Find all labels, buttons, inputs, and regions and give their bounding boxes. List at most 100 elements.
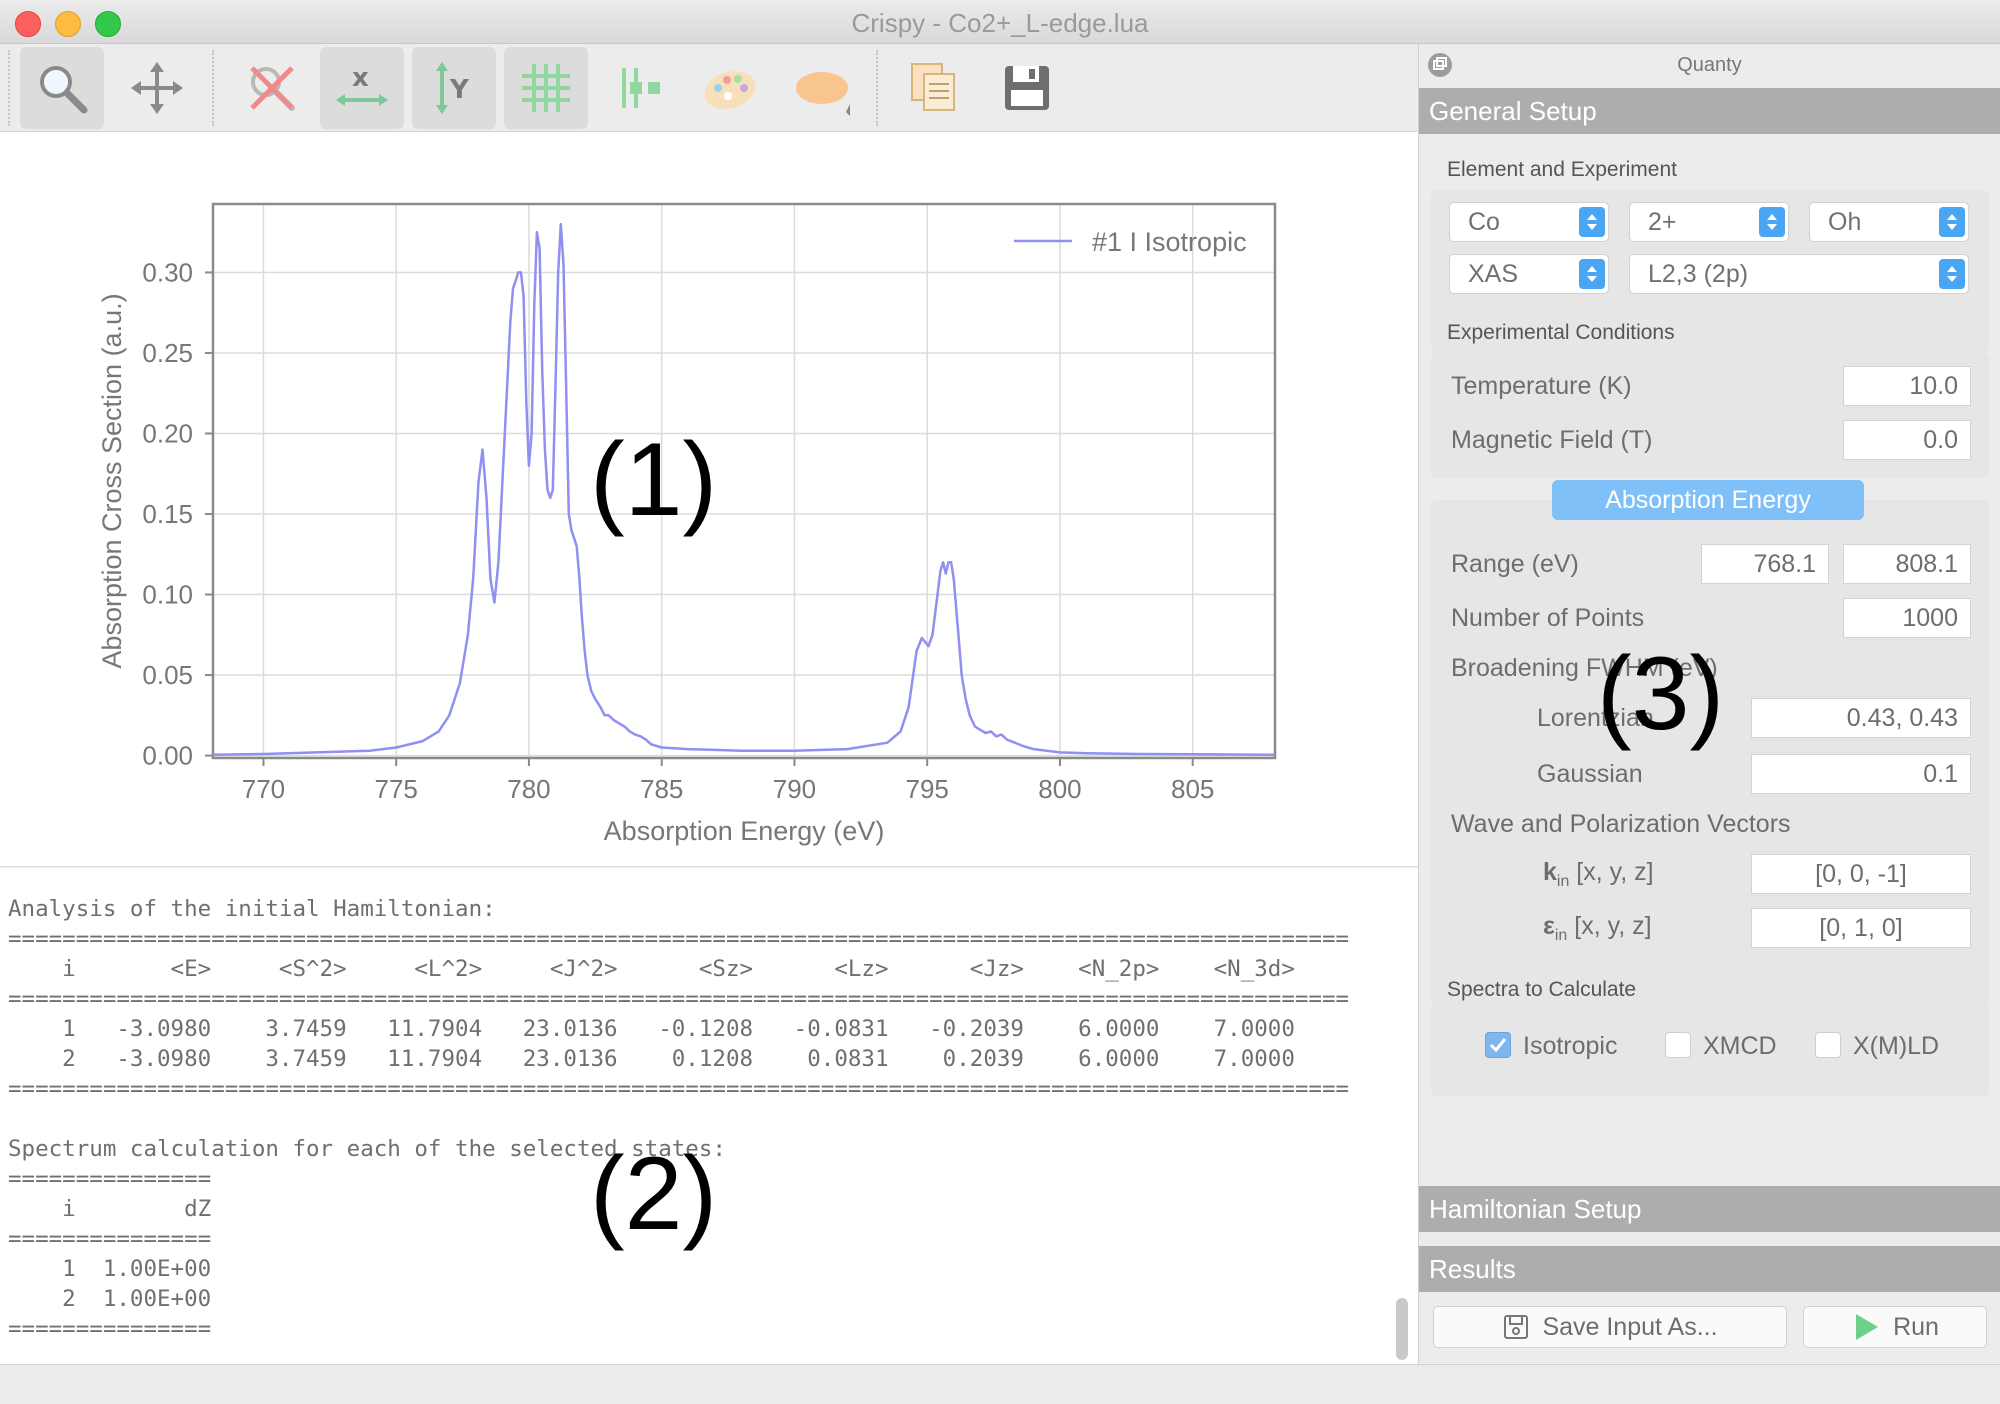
zoom-tool-button[interactable]: [20, 47, 104, 129]
element-experiment-label: Element and Experiment: [1447, 158, 1677, 181]
xmcd-checkbox[interactable]: XMCD: [1665, 1030, 1777, 1062]
isotropic-checkbox[interactable]: Isotropic: [1485, 1030, 1617, 1062]
toolbar-separator: [876, 50, 878, 126]
chevron-updown-icon: [1579, 207, 1605, 237]
symmetry-value: Oh: [1828, 208, 1862, 236]
e-in-field[interactable]: [0, 1, 0]: [1751, 908, 1971, 948]
plot-annotation: (1): [590, 422, 718, 538]
isotropic-label: Isotropic: [1523, 1032, 1618, 1060]
tab-absorption-energy[interactable]: Absorption Energy: [1552, 480, 1864, 520]
y-tick-label: 0.00: [142, 741, 193, 771]
wave-polarization-label: Wave and Polarization Vectors: [1451, 810, 1791, 838]
x-tick-label: 790: [773, 774, 816, 804]
xmld-checkbox[interactable]: X(M)LD: [1815, 1030, 1939, 1062]
toolbar-separator: [212, 50, 214, 126]
k-in-coords-label: [x, y, z]: [1569, 858, 1654, 886]
charge-value: 2+: [1648, 208, 1677, 236]
charge-select[interactable]: 2+: [1629, 202, 1789, 242]
checkbox-unchecked-icon: [1815, 1032, 1841, 1058]
magnetic-field-field[interactable]: 0.0: [1843, 420, 1971, 460]
curve-style-button[interactable]: [598, 47, 682, 129]
copy-button[interactable]: [892, 47, 976, 129]
number-of-points-label: Number of Points: [1451, 604, 1645, 632]
x-autoscale-button[interactable]: x: [320, 47, 404, 129]
edge-select[interactable]: L2,3 (2p): [1629, 254, 1969, 294]
colormap-button[interactable]: [688, 47, 772, 129]
reset-zoom-icon: [250, 66, 295, 111]
y-tick-label: 0.05: [142, 660, 193, 690]
y-autoscale-button[interactable]: Y: [412, 47, 496, 129]
temperature-field[interactable]: 10.0: [1843, 366, 1971, 406]
lorentzian-field[interactable]: 0.43, 0.43: [1751, 698, 1971, 738]
x-axis-label: Absorption Energy (eV): [604, 816, 885, 846]
grid-icon: [522, 64, 570, 112]
experiment-value: XAS: [1468, 260, 1519, 288]
results-header[interactable]: Results: [1419, 1246, 2000, 1292]
save-file-icon: [1504, 1315, 1529, 1339]
e-in-coords-label: [x, y, z]: [1567, 912, 1652, 940]
range-max-field[interactable]: 808.1: [1843, 544, 1971, 584]
symmetry-select[interactable]: Oh: [1809, 202, 1969, 242]
log-output: Analysis of the initial Hamiltonian: ===…: [8, 896, 1350, 1342]
x-tick-label: 775: [374, 774, 417, 804]
k-in-field[interactable]: [0, 0, -1]: [1751, 854, 1971, 894]
checkbox-unchecked-icon: [1665, 1032, 1691, 1058]
plot-toolbar: x Y: [0, 44, 1418, 132]
element-select[interactable]: Co: [1449, 202, 1609, 242]
x-tick-label: 800: [1038, 774, 1081, 804]
quanty-dock: Quanty General Setup Element and Experim…: [1418, 44, 2000, 1364]
chevron-updown-icon: [1939, 259, 1965, 289]
experiment-select[interactable]: XAS: [1449, 254, 1609, 294]
pan-tool-button[interactable]: [115, 47, 199, 129]
xmcd-label: XMCD: [1703, 1032, 1777, 1060]
plot-area: 770 775 780 785 790 795 800 805 0.00 0.05 0.10 0.15…: [0, 132, 1418, 867]
toolbar-grip[interactable]: [8, 50, 10, 126]
y-tick-label: 0.15: [142, 499, 193, 529]
number-of-points-field[interactable]: 1000: [1843, 598, 1971, 638]
range-label: Range (eV): [1451, 550, 1579, 578]
hamiltonian-setup-header[interactable]: Hamiltonian Setup: [1419, 1186, 2000, 1232]
chevron-updown-icon: [1939, 207, 1965, 237]
save-plot-button[interactable]: [985, 47, 1069, 129]
edge-value: L2,3 (2p): [1648, 260, 1749, 288]
k-in-label: kin [x, y, z]: [1543, 858, 1654, 891]
y-tick-label: 0.20: [142, 418, 193, 448]
reset-zoom-button[interactable]: [230, 47, 314, 129]
dock-annotation: (3): [1597, 636, 1725, 752]
general-setup-header[interactable]: General Setup: [1419, 88, 2000, 134]
save-input-as-label: Save Input As...: [1542, 1312, 1718, 1341]
checkmark-icon: [1489, 1038, 1507, 1053]
x-tick-label: 785: [640, 774, 683, 804]
xmld-label: X(M)LD: [1853, 1032, 1940, 1060]
run-label: Run: [1893, 1312, 1939, 1341]
y-autoscale-icon: Y: [436, 62, 470, 114]
x-tick-label: 795: [905, 774, 948, 804]
save-input-as-button[interactable]: Save Input As...: [1433, 1306, 1787, 1348]
gaussian-field[interactable]: 0.1: [1751, 754, 1971, 794]
save-icon: [1005, 66, 1049, 110]
grid-toggle-button[interactable]: [504, 47, 588, 129]
e-in-subscript: in: [1554, 927, 1568, 944]
y-tick-label: 0.10: [142, 580, 193, 610]
temperature-label: Temperature (K): [1451, 372, 1632, 400]
colormap-palette-icon: [704, 71, 756, 109]
title-bar: Crispy - Co2+_L-edge.lua: [0, 0, 2000, 44]
log-annotation: (2): [590, 1136, 718, 1252]
svg-text:x: x: [352, 63, 369, 93]
range-min-field[interactable]: 768.1: [1701, 544, 1829, 584]
pan-arrows-icon: [131, 62, 183, 114]
x-tick-label: 780: [507, 774, 550, 804]
dock-title: Quanty: [1677, 54, 1742, 76]
y-axis-label: Absorption Cross Section (a.u.): [97, 293, 127, 668]
shape-menu-button[interactable]: [780, 47, 864, 129]
spectra-to-calculate-label: Spectra to Calculate: [1447, 978, 1637, 1001]
element-value: Co: [1468, 208, 1500, 236]
chevron-updown-icon: [1579, 259, 1605, 289]
play-icon: [1856, 1314, 1879, 1340]
checkbox-checked-icon: [1485, 1032, 1511, 1058]
run-button[interactable]: Run: [1803, 1306, 1987, 1348]
magnetic-field-label: Magnetic Field (T): [1451, 426, 1653, 454]
shape-icon: [796, 72, 850, 116]
x-autoscale-icon: x: [336, 63, 388, 106]
log-scrollbar[interactable]: [1396, 1298, 1408, 1360]
